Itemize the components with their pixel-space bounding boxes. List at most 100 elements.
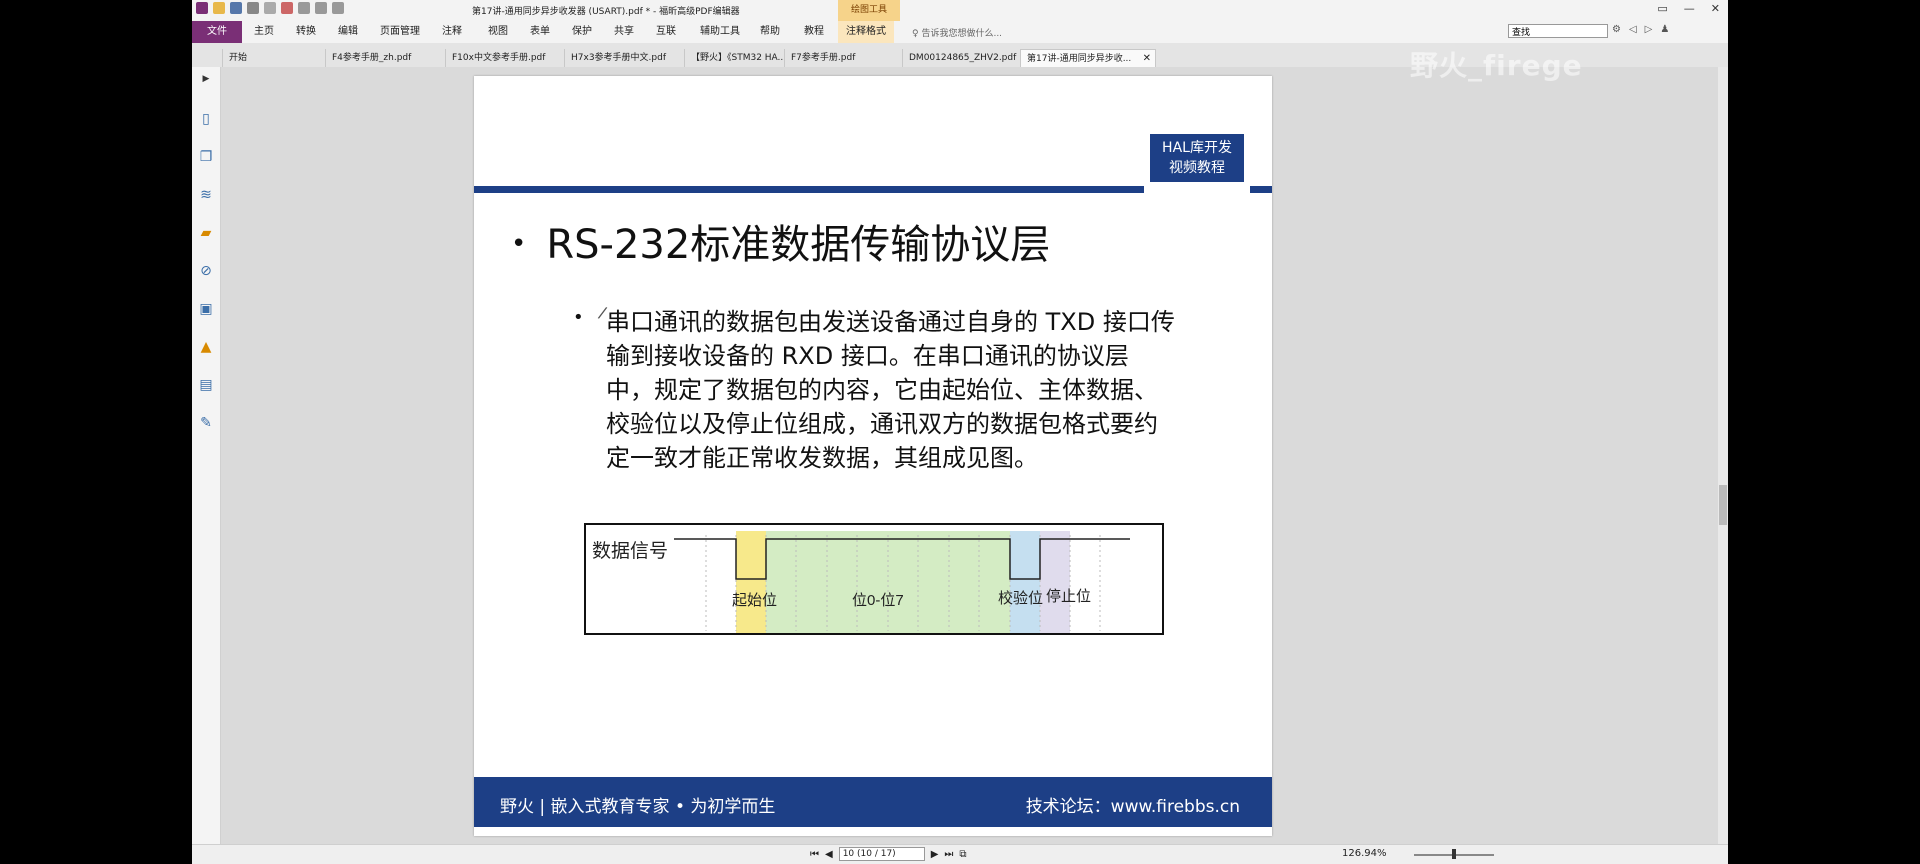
copy-page-icon[interactable]: ⧉ bbox=[959, 849, 966, 860]
stop-bit-region bbox=[1040, 531, 1070, 633]
tab-usart-lecture[interactable]: 第17讲-通用同步异步收... ✕ bbox=[1020, 49, 1156, 67]
menu-edit[interactable]: 编辑 bbox=[338, 21, 358, 43]
uart-frame-diagram: 数据信号 起始位 位0-位7 校验位 停止位 bbox=[584, 523, 1164, 635]
zoom-slider-knob[interactable] bbox=[1452, 849, 1456, 859]
ribbon-menu: 文件 主页 转换 编辑 页面管理 注释 视图 表单 保护 共享 互联 辅助工具 … bbox=[192, 21, 1728, 44]
minimize-button[interactable]: — bbox=[1684, 2, 1695, 15]
redo-icon[interactable] bbox=[315, 2, 327, 14]
comments-icon[interactable]: ▰ bbox=[198, 225, 214, 241]
expand-arrow-icon[interactable]: ▶ bbox=[198, 71, 214, 87]
tab-f7-manual[interactable]: F7参考手册.pdf bbox=[784, 49, 901, 67]
right-toolbar: ⚙ ◁ ▷ ♟ bbox=[1612, 24, 1669, 35]
window-title: 第17讲-通用同步异步收发器 (USART).pdf * - 福昕高级PDF编辑… bbox=[472, 7, 740, 17]
page-thumbnails-icon[interactable]: ▯ bbox=[198, 111, 214, 127]
drawing-tools-context-tab[interactable]: 绘图工具 bbox=[838, 0, 900, 21]
security-lock-icon[interactable]: ▲ bbox=[198, 339, 214, 355]
menu-comment[interactable]: 注释 bbox=[442, 21, 462, 43]
tab-stm32-hal[interactable]: 【野火】《STM32 HA... bbox=[684, 49, 783, 67]
document-viewer[interactable]: HAL库开发 视频教程 • RS-232标准数据传输协议层 • / 串口通讯的数据… bbox=[221, 67, 1728, 844]
menu-view[interactable]: 视图 bbox=[488, 21, 508, 43]
title-bar: 第17讲-通用同步异步收发器 (USART).pdf * - 福昕高级PDF编辑… bbox=[192, 0, 1728, 21]
page-number-field[interactable]: 10 (10 / 17) bbox=[838, 847, 925, 861]
zoom-level[interactable]: 126.94% bbox=[1342, 848, 1387, 859]
open-folder-icon[interactable] bbox=[213, 2, 225, 14]
tell-me-search[interactable]: ♀ 告诉我您想做什么... bbox=[912, 26, 1002, 39]
menu-share[interactable]: 共享 bbox=[614, 21, 634, 43]
undo-icon[interactable] bbox=[298, 2, 310, 14]
menu-protect[interactable]: 保护 bbox=[572, 21, 592, 43]
tell-me-text: 告诉我您想做什么... bbox=[921, 29, 1003, 39]
form-fields-icon[interactable]: ▤ bbox=[198, 377, 214, 393]
find-input[interactable] bbox=[1508, 24, 1608, 38]
parity-bit-label: 校验位 bbox=[998, 590, 1043, 607]
slide-title-text: RS-232标准数据传输协议层 bbox=[546, 222, 1051, 268]
app-logo-icon bbox=[196, 2, 208, 14]
menu-tutorial[interactable]: 教程 bbox=[804, 21, 824, 43]
data-bits-label: 位0-位7 bbox=[852, 592, 904, 609]
badge-line-2: 视频教程 bbox=[1169, 160, 1225, 176]
hand-tool-icon[interactable] bbox=[332, 2, 344, 14]
video-watermark: 野火_firege bbox=[1410, 49, 1583, 82]
stop-bit-label: 停止位 bbox=[1046, 588, 1091, 605]
menu-page-manage[interactable]: 页面管理 bbox=[380, 21, 420, 43]
paragraph-bullet: • bbox=[573, 307, 584, 328]
back-icon[interactable]: ◁ bbox=[1629, 24, 1637, 35]
tab-usart-lecture-label: 第17讲-通用同步异步收... bbox=[1027, 54, 1132, 64]
start-bit-region bbox=[736, 531, 766, 633]
bookmarks-icon[interactable]: ❐ bbox=[198, 149, 214, 165]
signatures-icon[interactable]: ▣ bbox=[198, 301, 214, 317]
header-band-right bbox=[1250, 186, 1272, 193]
pdf-page: HAL库开发 视频教程 • RS-232标准数据传输协议层 • / 串口通讯的数据… bbox=[474, 76, 1272, 836]
quick-access-toolbar bbox=[196, 2, 344, 14]
menu-home[interactable]: 主页 bbox=[254, 21, 274, 43]
body-paragraph: 串口通讯的数据包由发送设备通过自身的 TXD 接口传输到接收设备的 RXD 接口… bbox=[606, 308, 1175, 472]
footer-forum: 技术论坛：www.firebbs.cn bbox=[1025, 797, 1240, 817]
slide-footer: 野火 | 嵌入式教育专家 • 为初学而生 技术论坛：www.firebbs.cn bbox=[474, 777, 1272, 827]
tab-start[interactable]: 开始 bbox=[222, 49, 324, 67]
stamp-icon[interactable] bbox=[281, 2, 293, 14]
email-icon[interactable] bbox=[264, 2, 276, 14]
attachments-icon[interactable]: ⊘ bbox=[198, 263, 214, 279]
menu-help[interactable]: 帮助 bbox=[760, 21, 780, 43]
prev-page-icon[interactable]: ◀ bbox=[825, 849, 833, 860]
first-page-icon[interactable]: ⏮ bbox=[810, 849, 819, 860]
vertical-scrollbar[interactable] bbox=[1718, 67, 1728, 844]
header-band bbox=[474, 186, 1144, 193]
tab-f10x-manual[interactable]: F10x中文参考手册.pdf bbox=[445, 49, 563, 67]
save-icon[interactable] bbox=[230, 2, 242, 14]
slide-title: • RS-232标准数据传输协议层 bbox=[511, 212, 1050, 270]
forward-icon[interactable]: ▷ bbox=[1645, 24, 1653, 35]
pdf-editor-window: 第17讲-通用同步异步收发器 (USART).pdf * - 福昕高级PDF编辑… bbox=[192, 0, 1728, 864]
close-tab-icon[interactable]: ✕ bbox=[1143, 50, 1151, 67]
user-icon[interactable]: ♟ bbox=[1660, 24, 1669, 35]
tab-f4-manual[interactable]: F4参考手册_zh.pdf bbox=[325, 49, 444, 67]
file-menu[interactable]: 文件 bbox=[192, 21, 242, 43]
parity-bit-region bbox=[1010, 531, 1040, 633]
menu-connect[interactable]: 互联 bbox=[656, 21, 676, 43]
settings-icon[interactable]: ⚙ bbox=[1612, 24, 1621, 35]
layers-icon[interactable]: ≋ bbox=[198, 187, 214, 203]
badge-line-1: HAL库开发 bbox=[1162, 140, 1232, 156]
print-icon[interactable] bbox=[247, 2, 259, 14]
menu-annotation-format[interactable]: 注释格式 bbox=[838, 21, 894, 43]
title-bullet: • bbox=[511, 229, 527, 259]
restore-button[interactable]: ▭ bbox=[1657, 2, 1667, 15]
scrollbar-thumb[interactable] bbox=[1719, 485, 1727, 525]
status-bar: ⏮ ◀ 10 (10 / 17) ▶ ⏭ ⧉ 126.94% bbox=[192, 844, 1728, 864]
start-bit-label: 起始位 bbox=[732, 592, 777, 609]
next-page-icon[interactable]: ▶ bbox=[931, 849, 939, 860]
footer-brand: 野火 | 嵌入式教育专家 • 为初学而生 bbox=[500, 797, 776, 817]
format-painter-icon[interactable]: ✎ bbox=[198, 415, 214, 431]
navigation-sidebar: ▶ ▯ ❐ ≋ ▰ ⊘ ▣ ▲ ▤ ✎ bbox=[192, 67, 221, 844]
window-controls: ▭ — ✕ bbox=[1657, 2, 1720, 15]
last-page-icon[interactable]: ⏭ bbox=[944, 849, 953, 860]
menu-convert[interactable]: 转换 bbox=[296, 21, 316, 43]
menu-accessibility[interactable]: 辅助工具 bbox=[700, 21, 740, 43]
signal-label: 数据信号 bbox=[592, 540, 668, 562]
tab-h7x3-manual[interactable]: H7x3参考手册中文.pdf bbox=[564, 49, 683, 67]
tab-dm00124865[interactable]: DM00124865_ZHV2.pdf bbox=[902, 49, 1019, 67]
page-navigator: ⏮ ◀ 10 (10 / 17) ▶ ⏭ ⧉ bbox=[810, 847, 967, 861]
menu-form[interactable]: 表单 bbox=[530, 21, 550, 43]
hal-course-badge: HAL库开发 视频教程 bbox=[1150, 134, 1244, 182]
close-button[interactable]: ✕ bbox=[1711, 2, 1720, 15]
